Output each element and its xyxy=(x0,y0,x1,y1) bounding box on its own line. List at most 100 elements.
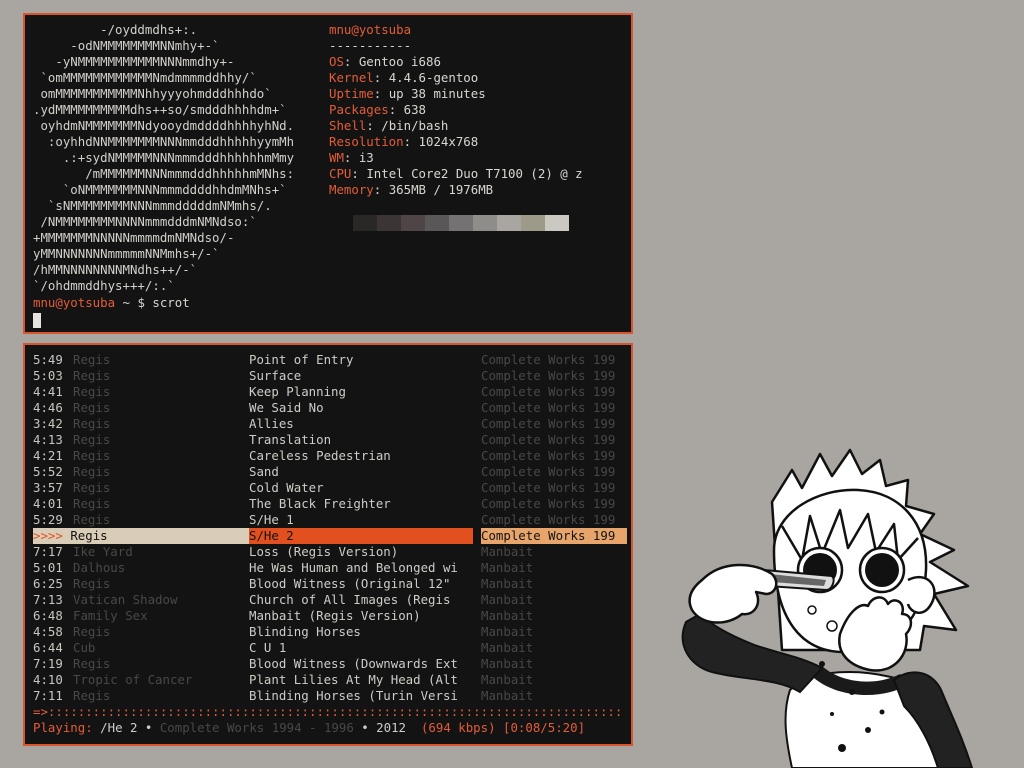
track-row[interactable]: 4:01 Regis The Black Freighter Complete Wor… xyxy=(25,496,631,512)
info-key: Packages xyxy=(329,102,389,117)
progress-separator: =>::::::::::::::::::::::::::::::::::::::… xyxy=(33,704,625,720)
track-duration: 6:48 xyxy=(33,608,63,623)
color-swatch xyxy=(425,215,449,231)
color-swatch xyxy=(377,215,401,231)
track-duration: 4:58 xyxy=(33,624,63,639)
track-artist: Regis xyxy=(73,416,111,431)
text-cursor xyxy=(33,313,41,328)
track-artist: Regis xyxy=(73,624,111,639)
track-artist: Family Sex xyxy=(73,608,148,623)
track-row[interactable]: 5:52 Regis Sand Complete Works 199 xyxy=(25,464,631,480)
ascii-logo-line: +MMMMMMMNNNNNmmmmdmNMNdso/- xyxy=(33,230,235,245)
info-value: 365MB / 1976MB xyxy=(388,182,494,197)
user-host: mnu@yotsuba xyxy=(329,22,412,37)
track-artist: Tropic of Cancer xyxy=(73,672,193,687)
color-swatch xyxy=(329,215,353,231)
ascii-logo-line: /hMMNNNNNNNNMNdhs++/-` xyxy=(33,262,198,277)
track-title: Plant Lilies At My Head (Alt xyxy=(249,672,458,687)
track-row[interactable]: 4:10 Tropic of Cancer Plant Lilies At My H… xyxy=(25,672,631,688)
info-key: WM xyxy=(329,150,344,165)
track-row[interactable]: 5:49 Regis Point of Entry Complete Works 19… xyxy=(25,352,631,368)
track-album: Manbait xyxy=(481,624,534,639)
info-key: Resolution xyxy=(329,134,404,149)
info-fields: OS: Gentoo i686 Kernel: 4.4.6-gentoo Uptim… xyxy=(329,54,583,198)
info-key: Kernel xyxy=(329,70,374,85)
track-duration: 3:42 xyxy=(33,416,63,431)
track-duration: 5:52 xyxy=(33,464,63,479)
track-artist: Regis xyxy=(73,656,111,671)
info-value: Intel Core2 Duo T7100 (2) @ z xyxy=(366,166,583,181)
track-row[interactable]: 7:11 Regis Blinding Horses (Turin Versi Man… xyxy=(25,688,631,704)
track-row[interactable]: 4:21 Regis Careless Pedestrian Complete Wor… xyxy=(25,448,631,464)
track-artist: Regis xyxy=(73,688,111,703)
ascii-logo-line: .:+sydNMMMMMNNNmmmdddhhhhhhmMmy xyxy=(33,150,295,165)
info-key: Uptime xyxy=(329,86,374,101)
track-row[interactable]: 6:44 Cub C U 1 Manbait xyxy=(25,640,631,656)
ascii-logo-line: omMMMMMMMMMMMNhhyyyohmdddhhhdo` xyxy=(33,86,272,101)
track-title: Surface xyxy=(249,368,302,383)
track-duration: 4:01 xyxy=(33,496,63,511)
track-title: Allies xyxy=(249,416,294,431)
ascii-logo-line: -yNMMMMMMMMMMMNNNmmdhy+- xyxy=(33,54,235,69)
track-row[interactable]: 7:19 Regis Blood Witness (Downwards Ext Man… xyxy=(25,656,631,672)
track-title: Sand xyxy=(249,464,279,479)
track-artist: Vatican Shadow xyxy=(73,592,178,607)
track-album: Complete Works 199 xyxy=(481,480,616,495)
track-row[interactable]: 4:13 Regis Translation Complete Works 199 xyxy=(25,432,631,448)
track-artist: Regis xyxy=(73,576,111,591)
track-duration: 7:19 xyxy=(33,656,63,671)
color-swatch xyxy=(473,215,497,231)
track-title: Translation xyxy=(249,432,332,447)
track-row-selected[interactable]: >>>> Regis S/He 2 Complete Works 199 xyxy=(25,528,631,544)
track-list[interactable]: 5:49 Regis Point of Entry Complete Works 19… xyxy=(25,352,631,704)
track-album: Complete Works 199 xyxy=(481,384,616,399)
ascii-logo-line: -odNMMMMMMMMNNmhy+-` xyxy=(33,38,220,53)
track-title: The Black Freighter xyxy=(249,496,391,511)
track-artist: Ike Yard xyxy=(73,544,133,559)
info-field-shell: Shell: /bin/bash xyxy=(329,118,449,133)
track-row[interactable]: 4:46 Regis We Said No Complete Works 199 xyxy=(25,400,631,416)
now-playing-marker: >>>> xyxy=(33,528,63,543)
track-artist: Regis xyxy=(73,480,111,495)
gentoo-ascii-logo: -/oyddmdhs+:. -odNMMMMMMMMNNmhy+-` -yNMM… xyxy=(33,22,294,294)
track-album: Complete Works 199 xyxy=(481,496,616,511)
track-row[interactable]: 6:25 Regis Blood Witness (Original 12" Manb… xyxy=(25,576,631,592)
color-swatch xyxy=(521,215,545,231)
neofetch-terminal[interactable]: -/oyddmdhs+:. -odNMMMMMMMMNNmhy+-` -yNMM… xyxy=(23,13,633,334)
info-key: Memory xyxy=(329,182,374,197)
track-album: Manbait xyxy=(481,608,534,623)
track-row[interactable]: 5:29 Regis S/He 1 Complete Works 199 xyxy=(25,512,631,528)
track-row[interactable]: 7:17 Ike Yard Loss (Regis Version) Manbait xyxy=(25,544,631,560)
track-duration: 7:13 xyxy=(33,592,63,607)
track-album: Complete Works 199 xyxy=(481,352,616,367)
ascii-logo-line: yMMNNNNNNNmmmmmNNMmhs+/-` xyxy=(33,246,220,261)
track-row[interactable]: 3:57 Regis Cold Water Complete Works 199 xyxy=(25,480,631,496)
status-label: Playing: xyxy=(33,720,93,735)
track-artist: Regis xyxy=(73,448,111,463)
info-field-uptime: Uptime: up 38 minutes xyxy=(329,86,486,101)
track-album: Complete Works 199 xyxy=(481,400,616,415)
status-track: /He 2 xyxy=(92,720,145,735)
track-duration: 6:25 xyxy=(33,576,63,591)
track-artist: Regis xyxy=(73,384,111,399)
track-row[interactable]: 7:13 Vatican Shadow Church of All Images (… xyxy=(25,592,631,608)
ascii-logo-line: /mMMMMMMNNNmmmdddhhhhhmMNhs: xyxy=(33,166,295,181)
info-field-cpu: CPU: Intel Core2 Duo T7100 (2) @ z xyxy=(329,166,583,181)
track-row[interactable]: 6:48 Family Sex Manbait (Regis Version) Man… xyxy=(25,608,631,624)
track-title: C U 1 xyxy=(249,640,287,655)
system-info: mnu@yotsuba ----------- OS: Gentoo i686 K… xyxy=(329,22,583,198)
track-title: Blinding Horses (Turin Versi xyxy=(249,688,458,703)
status-bitrate-time: (694 kbps) [0:08/5:20] xyxy=(420,720,586,735)
cmus-player[interactable]: 5:49 Regis Point of Entry Complete Works 19… xyxy=(23,343,633,746)
track-row[interactable]: 4:41 Regis Keep Planning Complete Works 199 xyxy=(25,384,631,400)
track-album: Complete Works 199 xyxy=(481,448,616,463)
track-row[interactable]: 3:42 Regis Allies Complete Works 199 xyxy=(25,416,631,432)
track-title: Loss (Regis Version) xyxy=(249,544,399,559)
track-title: We Said No xyxy=(249,400,324,415)
track-row[interactable]: 5:03 Regis Surface Complete Works 199 xyxy=(25,368,631,384)
track-duration: 4:41 xyxy=(33,384,63,399)
track-title: S/He 1 xyxy=(249,512,294,527)
track-row[interactable]: 5:01 Dalhous He Was Human and Belonged wi M… xyxy=(25,560,631,576)
track-artist: Regis xyxy=(73,496,111,511)
track-row[interactable]: 4:58 Regis Blinding Horses Manbait xyxy=(25,624,631,640)
